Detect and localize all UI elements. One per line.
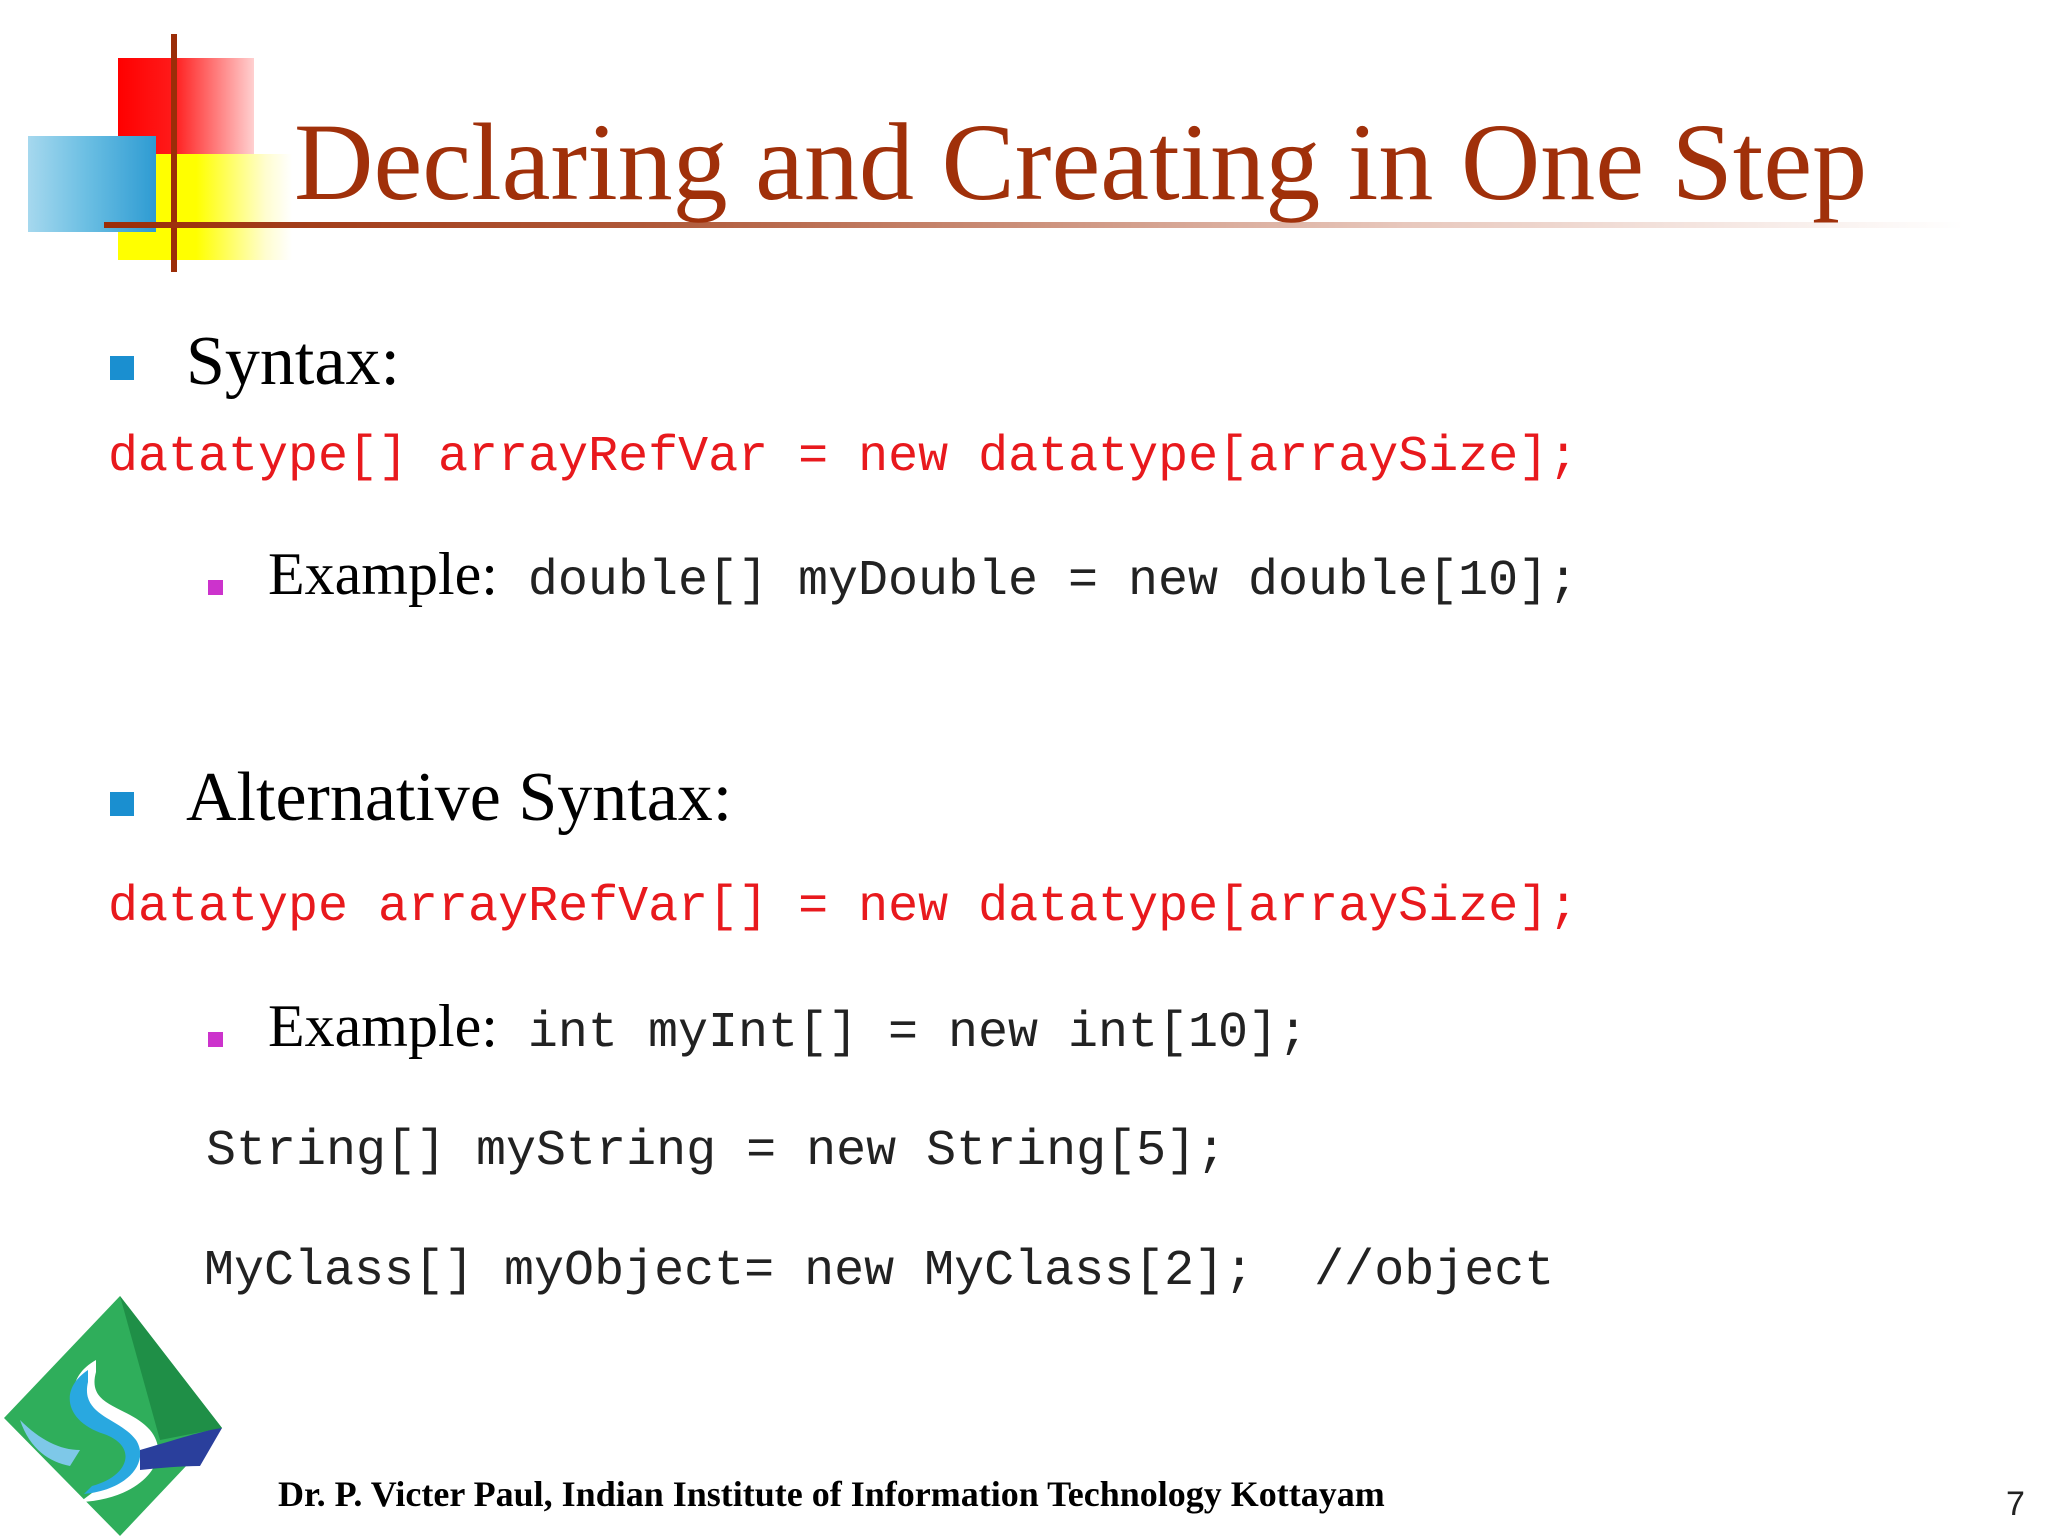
example-label: Example: [268, 541, 498, 607]
sub-bullet-square-icon [208, 580, 223, 595]
section-heading-syntax: Syntax: [186, 323, 400, 400]
footer-author: Dr. P. Victer Paul, Indian Institute of … [278, 1474, 1385, 1514]
iiit-kottayam-logo-icon [4, 1296, 222, 1536]
example-code: double[] myDouble = new double[10]; [497, 553, 1579, 610]
section-heading-alternative-syntax: Alternative Syntax: [186, 759, 733, 836]
example-label: Example: [268, 993, 498, 1059]
code-line-string-array: String[] myString = new String[5]; [206, 1123, 1227, 1180]
page-number: 7 [2006, 1485, 2025, 1523]
header-blue-square [28, 136, 156, 232]
sub-bullet-square-icon [208, 1032, 223, 1047]
slide-title: Declaring and Creating in One Step [294, 101, 1868, 223]
bullet-square-icon [110, 356, 134, 380]
example-line: Example: int myInt[] = new int[10]; [268, 992, 1308, 1062]
bullet-square-icon [110, 792, 134, 816]
code-line-object-array: MyClass[] myObject= new MyClass[2]; //ob… [204, 1243, 1555, 1300]
example-line: Example: double[] myDouble = new double[… [268, 540, 1578, 610]
example-code: int myInt[] = new int[10]; [497, 1005, 1309, 1062]
slide: Declaring and Creating in One Step Synta… [0, 0, 2048, 1536]
alternative-syntax-code: datatype arrayRefVar[] = new datatype[ar… [108, 879, 1579, 936]
header-vertical-line [171, 34, 177, 272]
syntax-code: datatype[] arrayRefVar = new datatype[ar… [108, 429, 1579, 486]
